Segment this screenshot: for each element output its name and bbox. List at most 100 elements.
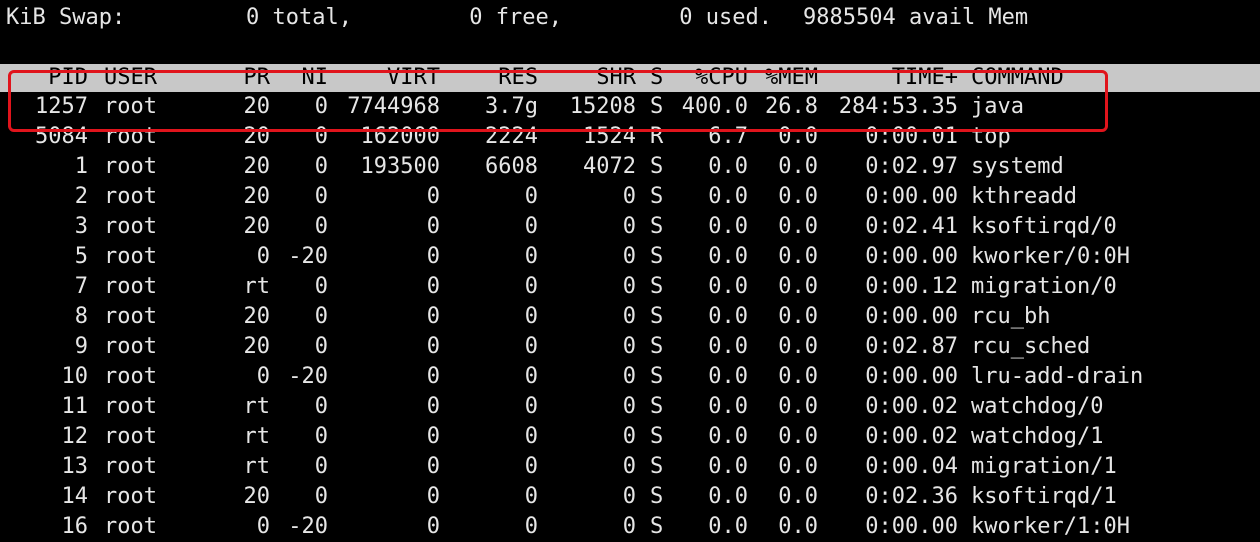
process-s: S [650, 244, 664, 269]
process-pr: rt [243, 274, 271, 299]
process-ni: 0 [314, 454, 328, 479]
swap-summary-line: KiB Swap: 0 total, 0 free, 0 used. 98855… [0, 3, 1260, 33]
process-res: 0 [524, 274, 538, 299]
process-res: 0 [524, 424, 538, 449]
process-res: 2224 [485, 124, 538, 149]
process-shr: 0 [622, 304, 636, 329]
process-pid: 5 [74, 244, 88, 269]
process-ni: 0 [314, 394, 328, 419]
process-time: 0:02.97 [865, 154, 958, 179]
process-mem: 0.0 [778, 214, 818, 239]
process-mem: 0.0 [778, 454, 818, 479]
process-virt: 0 [426, 454, 440, 479]
process-cpu: 0.0 [708, 214, 748, 239]
process-row[interactable]: 3 root 20 0 0 0 0 S 0.0 0.0 0:02.41 ksoftirqd/0 [0, 212, 1260, 242]
process-ni: -20 [288, 244, 328, 269]
process-time: 0:02.87 [865, 334, 958, 359]
process-pr: 20 [243, 304, 271, 329]
process-mem: 0.0 [778, 154, 818, 179]
process-cmd: systemd [971, 154, 1064, 179]
process-shr: 0 [622, 334, 636, 359]
process-row[interactable]: 14 root 20 0 0 0 0 S 0.0 0.0 0:02.36 ksoftirqd/1 [0, 482, 1260, 512]
process-shr: 0 [622, 244, 636, 269]
process-res: 3.7g [485, 94, 538, 119]
process-mem: 0.0 [778, 364, 818, 389]
process-cpu: 0.0 [708, 334, 748, 359]
process-user: root [104, 184, 157, 209]
column-header-virt: VIRT [387, 65, 440, 90]
process-cmd: kthreadd [971, 184, 1077, 209]
process-shr: 0 [622, 484, 636, 509]
process-row[interactable]: 1 root 20 0 193500 6608 4072 S 0.0 0.0 0:02.97 syst… [0, 152, 1260, 182]
process-mem: 0.0 [778, 274, 818, 299]
process-user: root [104, 154, 157, 179]
process-pid: 10 [61, 364, 89, 389]
process-s: S [650, 214, 664, 239]
process-res: 0 [524, 214, 538, 239]
process-cmd: ksoftirqd/1 [971, 484, 1117, 509]
process-row[interactable]: 1257 root 20 0 7744968 3.7g 15208 S 400.0 26.8 284… [0, 92, 1260, 122]
process-pr: 0 [256, 364, 270, 389]
process-ni: 0 [314, 424, 328, 449]
process-pr: rt [243, 454, 271, 479]
process-time: 0:00.00 [865, 364, 958, 389]
process-shr: 1524 [583, 124, 636, 149]
process-row[interactable]: 2 root 20 0 0 0 0 S 0.0 0.0 0:00.00 kthreadd [0, 182, 1260, 212]
process-virt: 0 [426, 214, 440, 239]
process-pid: 13 [61, 454, 89, 479]
process-cpu: 0.0 [708, 484, 748, 509]
process-row[interactable]: 8 root 20 0 0 0 0 S 0.0 0.0 0:00.00 rcu_bh [0, 302, 1260, 332]
process-ni: 0 [314, 124, 328, 149]
process-row[interactable]: 5084 root 20 0 162000 2224 1524 R 6.7 0.0 0:00.01 t… [0, 122, 1260, 152]
process-s: S [650, 304, 664, 329]
column-header-mem: %MEM [765, 65, 818, 90]
column-header-pr: PR [243, 65, 271, 90]
process-pid: 5084 [35, 124, 88, 149]
process-s: S [650, 454, 664, 479]
process-cmd: kworker/0:0H [971, 244, 1130, 269]
process-mem: 26.8 [765, 94, 818, 119]
process-virt: 7744968 [347, 94, 440, 119]
process-res: 0 [524, 364, 538, 389]
process-cmd: top [971, 124, 1011, 149]
process-row[interactable]: 12 root rt 0 0 0 0 S 0.0 0.0 0:00.02 watchdog/1 [0, 422, 1260, 452]
process-cpu: 0.0 [708, 394, 748, 419]
process-pid: 12 [61, 424, 89, 449]
process-res: 0 [524, 484, 538, 509]
column-header-ni: NI [301, 65, 329, 90]
process-pr: 20 [243, 184, 271, 209]
process-shr: 0 [622, 394, 636, 419]
process-cpu: 0.0 [708, 454, 748, 479]
process-res: 0 [524, 394, 538, 419]
process-user: root [104, 304, 157, 329]
process-cpu: 400.0 [681, 94, 748, 119]
process-pid: 14 [61, 484, 89, 509]
process-ni: 0 [314, 154, 328, 179]
column-header-cpu: %CPU [695, 65, 748, 90]
process-row[interactable]: 5 root 0 -20 0 0 0 S 0.0 0.0 0:00.00 kworker/0:0H [0, 242, 1260, 272]
process-cmd: watchdog/1 [971, 424, 1104, 449]
process-virt: 0 [426, 184, 440, 209]
process-pid: 2 [74, 184, 88, 209]
process-mem: 0.0 [778, 394, 818, 419]
process-s: R [650, 124, 664, 149]
process-user: root [104, 94, 157, 119]
process-mem: 0.0 [778, 424, 818, 449]
process-pid: 9 [74, 334, 88, 359]
process-row[interactable]: 11 root rt 0 0 0 0 S 0.0 0.0 0:00.02 watchdog/0 [0, 392, 1260, 422]
process-pr: 20 [243, 214, 271, 239]
process-res: 0 [524, 184, 538, 209]
process-row[interactable]: 13 root rt 0 0 0 0 S 0.0 0.0 0:00.04 migration/1 [0, 452, 1260, 482]
process-s: S [650, 94, 664, 119]
swap-total: 0 total, [246, 5, 352, 30]
process-row[interactable]: 10 root 0 -20 0 0 0 S 0.0 0.0 0:00.00 lru-add-drain [0, 362, 1260, 392]
process-row[interactable]: 9 root 20 0 0 0 0 S 0.0 0.0 0:02.87 rcu_sched [0, 332, 1260, 362]
process-mem: 0.0 [778, 244, 818, 269]
process-pr: rt [243, 394, 271, 419]
process-shr: 0 [622, 274, 636, 299]
process-virt: 0 [426, 364, 440, 389]
process-cmd: migration/0 [971, 274, 1117, 299]
process-row[interactable]: 7 root rt 0 0 0 0 S 0.0 0.0 0:00.12 migration/0 [0, 272, 1260, 302]
process-pr: 0 [256, 244, 270, 269]
column-header-shr: SHR [596, 65, 636, 90]
